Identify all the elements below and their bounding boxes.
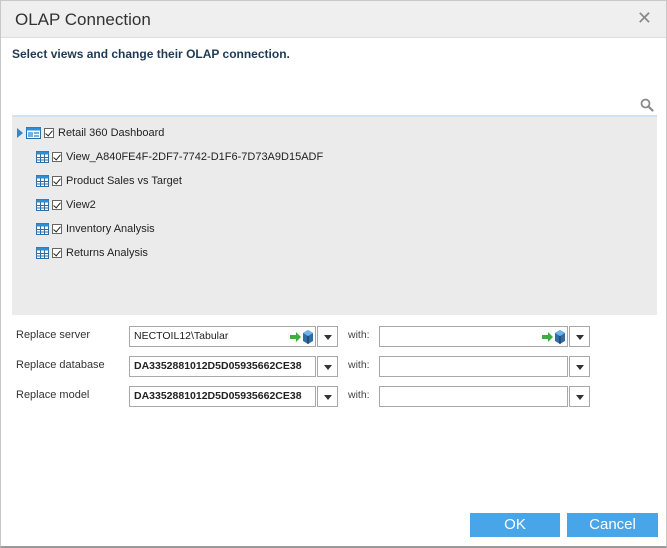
checkbox-retail-360-dashboard[interactable]: [44, 128, 54, 138]
new-server-select[interactable]: [379, 326, 568, 347]
dialog-title: OLAP Connection: [15, 10, 151, 29]
tree-item-returns-analysis[interactable]: Returns Analysis: [36, 245, 148, 261]
new-model-dropdown-button[interactable]: [569, 386, 590, 407]
tree-item-checkbox[interactable]: [52, 224, 62, 234]
replace-server-label: Replace server: [16, 329, 90, 341]
server-dropdown-button[interactable]: [317, 326, 338, 347]
server-value: NECTOIL12\Tabular: [134, 330, 229, 342]
database-value: DA3352881012D5D05935662CE38: [134, 360, 302, 372]
views-tree: Retail 360 Dashboard View_A840FE4F-2DF7-…: [12, 115, 657, 315]
model-dropdown-button[interactable]: [317, 386, 338, 407]
olap-cube-icon[interactable]: [541, 329, 565, 345]
database-select[interactable]: DA3352881012D5D05935662CE38: [129, 356, 316, 377]
table-icon: [36, 175, 49, 187]
table-icon: [36, 151, 49, 163]
new-server-dropdown-button[interactable]: [569, 326, 590, 347]
table-icon: [36, 247, 49, 259]
tree-item-inventory-analysis[interactable]: Inventory Analysis: [36, 221, 155, 237]
database-dropdown-button[interactable]: [317, 356, 338, 377]
with-label: with:: [348, 389, 370, 401]
with-label: with:: [348, 329, 370, 341]
tree-item-product-sales[interactable]: Product Sales vs Target: [36, 173, 182, 189]
table-icon: [36, 223, 49, 235]
replace-database-label: Replace database: [16, 359, 105, 371]
tree-item-label: Retail 360 Dashboard: [58, 127, 165, 139]
server-select[interactable]: NECTOIL12\Tabular: [129, 326, 316, 347]
model-value: DA3352881012D5D05935662CE38: [134, 390, 302, 402]
tree-item-view2[interactable]: View2: [36, 197, 96, 213]
search-icon[interactable]: [640, 98, 654, 112]
new-database-select[interactable]: [379, 356, 568, 377]
new-model-select[interactable]: [379, 386, 568, 407]
cancel-button[interactable]: Cancel: [567, 513, 658, 537]
tree-item-label: Inventory Analysis: [66, 223, 155, 235]
tree-item-checkbox[interactable]: [52, 152, 62, 162]
tree-item-checkbox[interactable]: [52, 176, 62, 186]
tree-item-label: Returns Analysis: [66, 247, 148, 259]
tree-root-dashboard[interactable]: Retail 360 Dashboard: [17, 125, 164, 141]
with-label: with:: [348, 359, 370, 371]
expand-arrow-icon[interactable]: [17, 128, 23, 138]
replace-model-label: Replace model: [16, 389, 90, 401]
ok-button[interactable]: OK: [470, 513, 560, 537]
tree-item-label: Product Sales vs Target: [66, 175, 182, 187]
olap-cube-icon[interactable]: [289, 329, 313, 345]
new-database-dropdown-button[interactable]: [569, 356, 590, 377]
olap-connection-dialog: OLAP Connection ✕ Select views and chang…: [0, 0, 667, 548]
dashboard-icon: [26, 127, 41, 139]
table-icon: [36, 199, 49, 211]
close-icon[interactable]: ✕: [637, 9, 652, 27]
title-bar: OLAP Connection ✕: [1, 1, 666, 38]
tree-item-view-a840[interactable]: View_A840FE4F-2DF7-7742-D1F6-7D73A9D15AD…: [36, 149, 323, 165]
tree-item-checkbox[interactable]: [52, 200, 62, 210]
model-select[interactable]: DA3352881012D5D05935662CE38: [129, 386, 316, 407]
tree-item-label: View2: [66, 199, 96, 211]
instruction-text: Select views and change their OLAP conne…: [12, 47, 290, 61]
tree-item-label: View_A840FE4F-2DF7-7742-D1F6-7D73A9D15AD…: [66, 151, 324, 163]
tree-item-checkbox[interactable]: [52, 248, 62, 258]
